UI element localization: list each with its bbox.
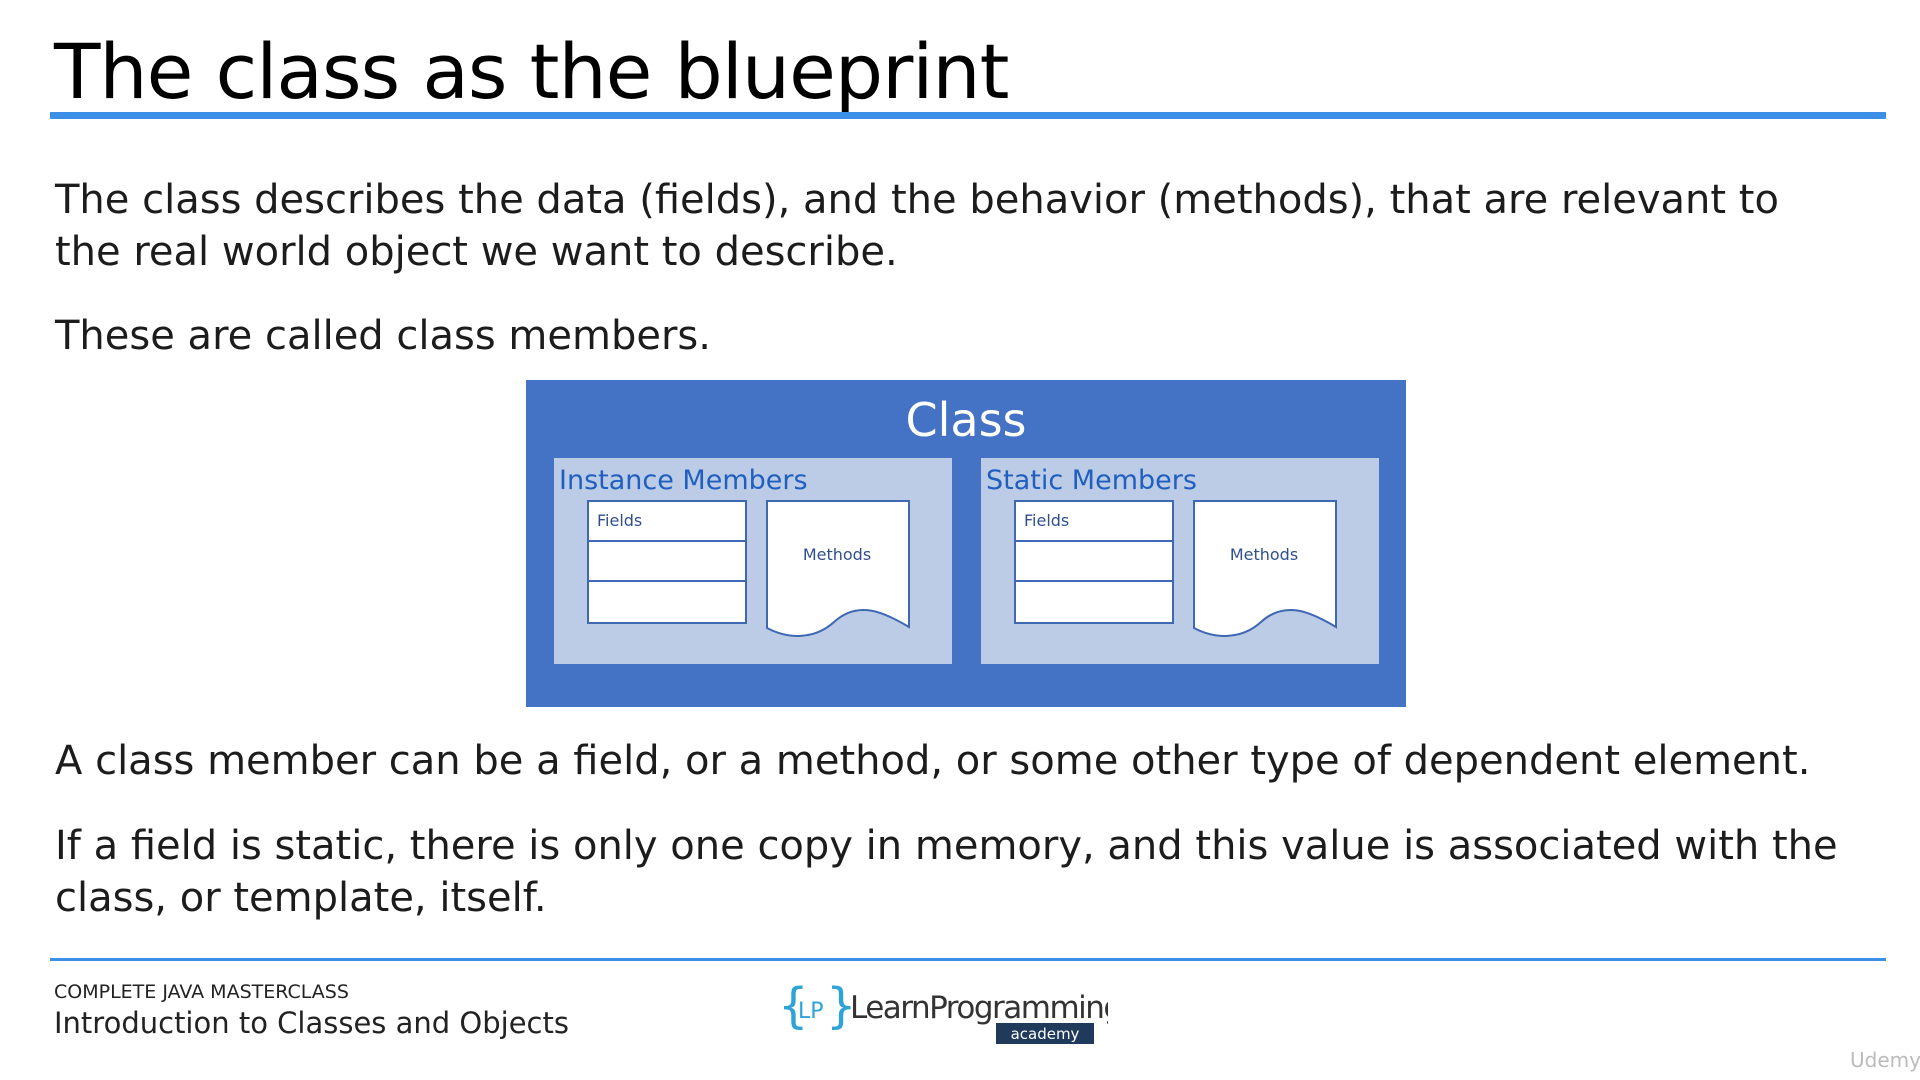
instance-fields-box: Fields (587, 500, 747, 624)
title-divider (50, 112, 1886, 119)
paragraph-static-field: If a field is static, there is only one … (55, 823, 1838, 921)
document-shape-icon (766, 500, 910, 637)
instance-methods-document: Methods (766, 500, 912, 645)
footer-lesson-name: Introduction to Classes and Objects (54, 1006, 569, 1040)
static-methods-document: Methods (1193, 500, 1339, 645)
diagram-class-title: Class (905, 393, 1027, 447)
static-fields-label: Fields (1024, 511, 1070, 530)
static-members-panel: Static Members Fields Methods (981, 458, 1379, 664)
class-diagram: Class Instance Members Fields Methods St… (526, 380, 1406, 707)
footer-divider (50, 958, 1886, 961)
static-members-title: Static Members (986, 465, 1197, 496)
logo-bracket-text: LP (798, 999, 824, 1024)
static-fields-box: Fields (1014, 500, 1174, 624)
paragraph-class-description: The class describes the data (fields), a… (55, 177, 1779, 275)
slide-title: The class as the blueprint (54, 27, 1009, 116)
logo-name: LearnProgramming (850, 990, 1108, 1026)
paragraph-class-members: These are called class members. (55, 313, 711, 359)
document-shape-icon (1193, 500, 1337, 637)
footer-course-name: COMPLETE JAVA MASTERCLASS (54, 981, 349, 1003)
paragraph-class-member-types: A class member can be a field, or a meth… (55, 738, 1811, 784)
learnprogramming-logo: { LP } LearnProgramming academy (778, 978, 1123, 1048)
instance-methods-label: Methods (802, 545, 872, 564)
instance-fields-label: Fields (597, 511, 643, 530)
udemy-watermark: Udemy (1850, 1048, 1920, 1072)
instance-members-title: Instance Members (559, 465, 808, 496)
static-methods-label: Methods (1229, 545, 1299, 564)
instance-members-panel: Instance Members Fields Methods (554, 458, 952, 664)
logo-sub: academy (1011, 1025, 1080, 1043)
